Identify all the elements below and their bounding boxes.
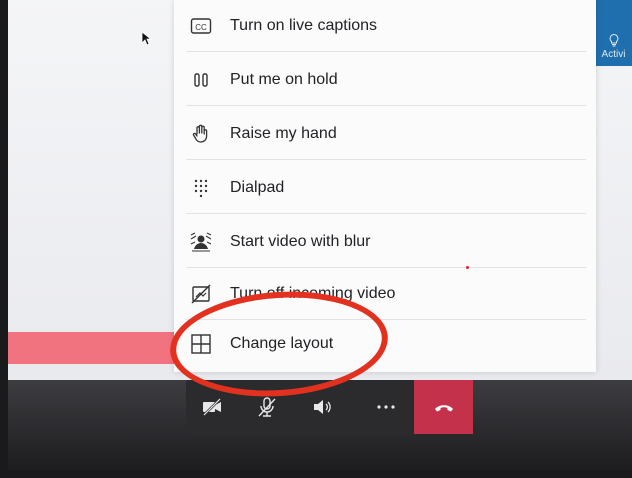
incoming-video-off-icon [188,283,214,305]
background-strip [8,332,188,364]
menu-item-live-captions[interactable]: CC Turn on live captions [174,0,596,52]
more-options-button[interactable] [358,380,414,434]
lightbulb-icon [609,33,618,47]
speaker-icon [314,400,331,414]
activity-button[interactable]: Activi [595,0,632,66]
menu-item-label: Put me on hold [230,71,338,88]
mouse-cursor-icon [141,31,153,46]
more-options-icon [377,405,395,409]
menu-item-label: Dialpad [230,179,285,196]
dialpad-icon [188,177,214,199]
mic-muted-icon [258,397,276,417]
menu-item-raise-hand[interactable]: Raise my hand [174,108,596,160]
menu-item-label: Turn on live captions [230,17,378,34]
hang-up-button[interactable] [414,380,473,434]
laser-dot [466,266,469,269]
menu-divider [186,105,586,106]
hang-up-icon [434,405,453,412]
raise-hand-icon [188,123,214,145]
captions-icon: CC [188,15,214,37]
menu-item-dialpad[interactable]: Dialpad [174,162,596,214]
menu-divider [186,159,586,160]
activity-label: Activi [601,49,626,60]
menu-divider [186,51,586,52]
svg-text:CC: CC [195,23,207,32]
video-blur-icon [188,231,214,253]
menu-item-video-blur[interactable]: Start video with blur [174,216,596,268]
menu-divider [186,213,586,214]
hold-icon [188,69,214,91]
menu-item-hold[interactable]: Put me on hold [174,54,596,106]
menu-item-label: Start video with blur [230,233,371,250]
menu-item-label: Raise my hand [230,125,337,142]
camera-off-icon [203,398,221,416]
teams-call-screen: Activi CC Turn on live captions Put me o… [8,0,632,470]
